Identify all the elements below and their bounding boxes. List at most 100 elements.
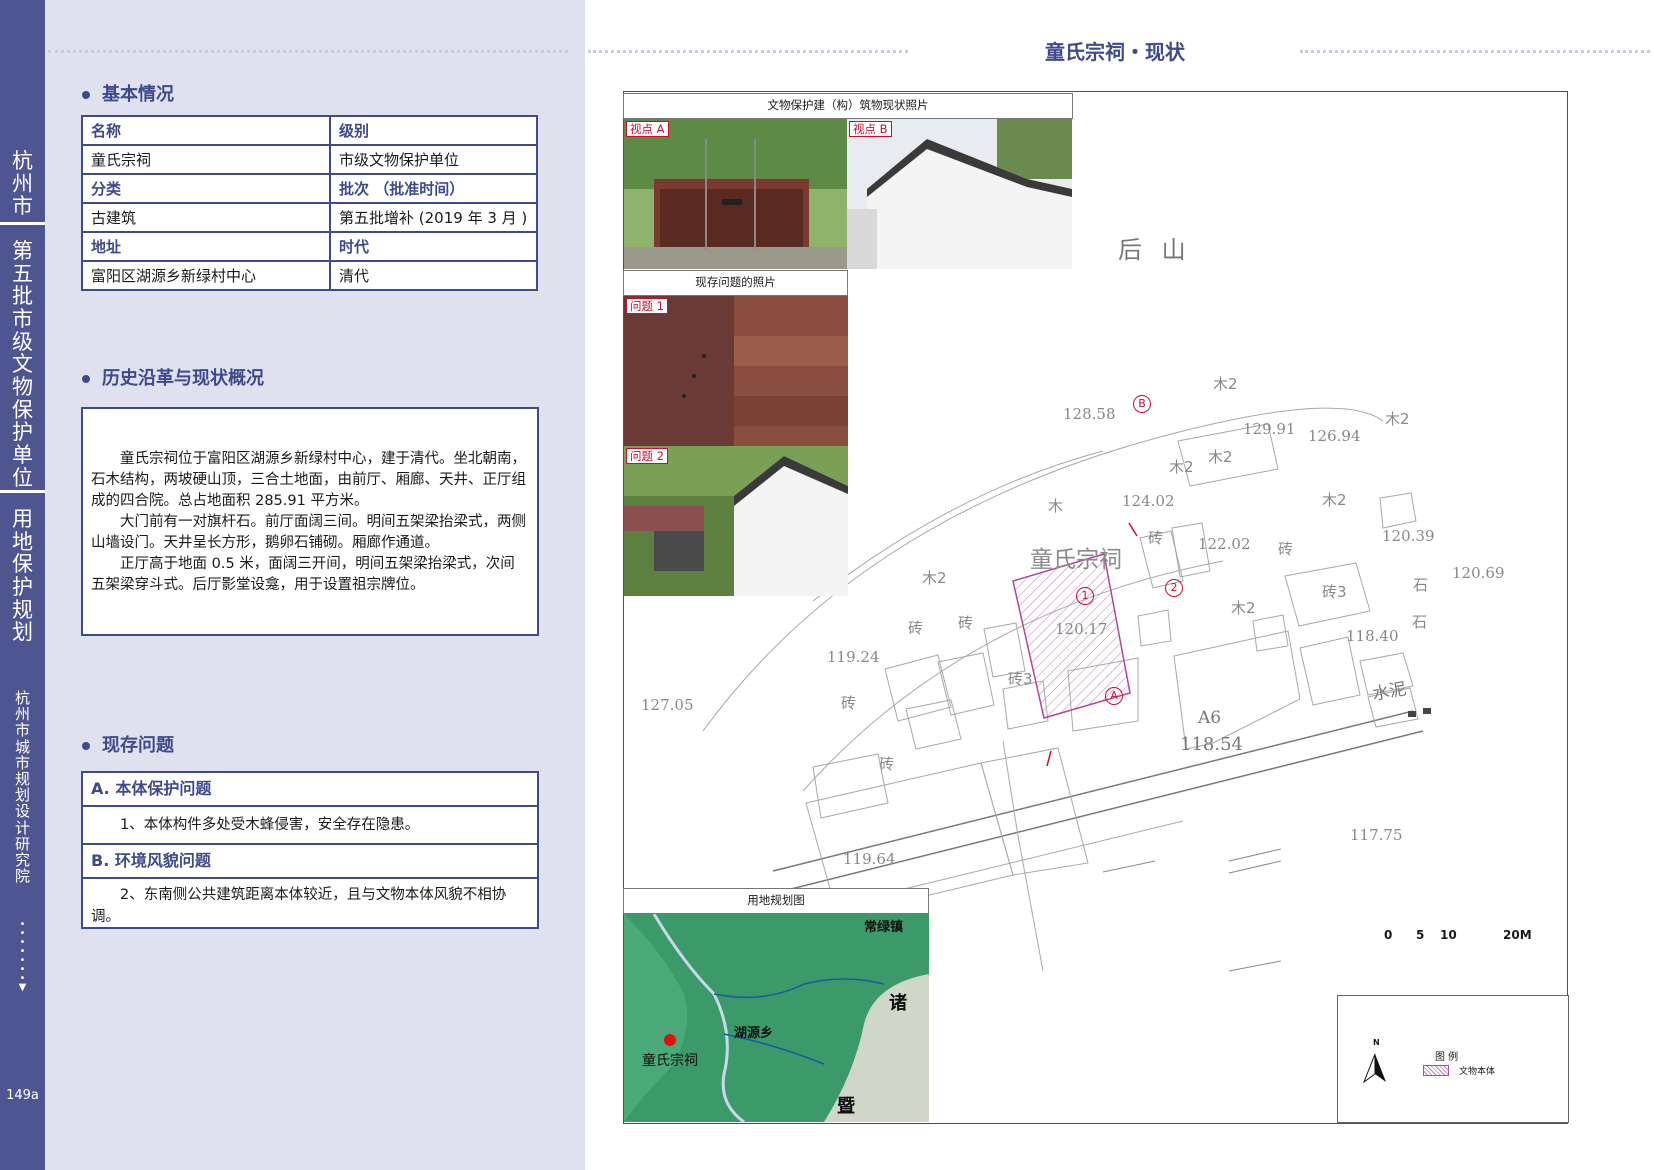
map-label: 暨 (837, 1096, 855, 1117)
sidebar-type: 用地保护规划 (0, 508, 45, 644)
sidebar-category: 第五批市级文物保护单位 (0, 240, 45, 489)
dotted-rule (588, 50, 908, 53)
photo-tag: 问题 1 (626, 298, 668, 314)
basic-info-table: 名称 级别 童氏宗祠 市级文物保护单位 分类 批次 （批准时间） 古建筑 第五批增补 (… (81, 115, 538, 291)
white-wall-image (847, 119, 1072, 269)
landuse-map: 常绿镇 诸 湖源乡 童氏宗祠 暨 (624, 914, 929, 1122)
problem-b-title: B. 环境风貌问题 (83, 845, 537, 879)
elevation-label: 122.02 (1198, 535, 1251, 553)
arrow-icon (1046, 750, 1052, 767)
building-outline (1379, 492, 1417, 529)
table-row: 富阳区湖源乡新绿村中心 清代 (81, 260, 538, 291)
table-cell: 地址 (81, 231, 331, 262)
sidebar-char: 计 (14, 818, 30, 837)
legend-box: N 图 例 文物本体 (1337, 995, 1569, 1123)
building-label: 砖 (1148, 529, 1164, 547)
insect-damage-image (624, 296, 848, 446)
ditch-symbol (1228, 960, 1282, 972)
elevation-label: 118.40 (1346, 627, 1399, 645)
ditch-symbol (1228, 860, 1282, 874)
table-cell: 市级文物保护单位 (329, 144, 538, 175)
sidebar-band: 杭州市 第五批市级文物保护单位 用地保护规划 杭州市城市规划设计研究院 • • • •… (0, 0, 45, 1170)
building-label: 木2 (1385, 410, 1410, 428)
table-cell: 批次 （批准时间） (329, 173, 538, 204)
sidebar-char: 保 (12, 397, 33, 422)
building-label: 木2 (1213, 375, 1238, 393)
photo-view-a: 视点 A (624, 119, 847, 269)
elevation-label: 128.58 (1063, 405, 1116, 423)
building-label: 砖 (1278, 540, 1294, 558)
map-label: 常绿镇 (864, 920, 904, 935)
table-cell: 级别 (329, 115, 538, 146)
building-label: 砖 (841, 694, 857, 712)
photo-tag: 视点 A (626, 121, 669, 137)
sidebar-char: 研 (14, 834, 30, 853)
map-label: 诸 (889, 993, 907, 1014)
landuse-map-image (624, 914, 929, 1122)
north-label: N (1373, 1038, 1380, 1047)
history-text-box: 童氏宗祠位于富阳区湖源乡新绿村中心，建于清代。坐北朝南，石木结构，两坡硬山顶，三… (81, 407, 539, 636)
photo-caption: 用地规划图 (623, 888, 929, 914)
sidebar-char: 规 (12, 597, 33, 622)
table-row: 名称 级别 (81, 115, 538, 146)
road-marker (1423, 708, 1431, 714)
sidebar-char: 物 (12, 375, 33, 400)
table-cell: 富阳区湖源乡新绿村中心 (81, 260, 331, 291)
sidebar-divider (0, 222, 45, 225)
arrow-icon (1128, 522, 1138, 537)
photo-view-b: 视点 B (847, 119, 1072, 269)
building-label: 木2 (1231, 599, 1256, 617)
sidebar-char: 第 (12, 239, 33, 263)
bullet-icon (82, 742, 90, 750)
hill-label: 后 山 (1118, 236, 1192, 264)
sidebar-char: 院 (14, 867, 30, 886)
sidebar-institute: 杭州市城市规划设计研究院 (0, 690, 45, 884)
temple-facade-image (624, 119, 847, 269)
building-outline (980, 747, 1089, 876)
table-row: 古建筑 第五批增补 (2019 年 3 月 ) (81, 202, 538, 233)
page-title: 童氏宗祠・现状 (1045, 40, 1185, 64)
table-row: 分类 批次 （批准时间） (81, 173, 538, 204)
table-cell: 第五批增补 (2019 年 3 月 ) (329, 202, 538, 233)
building-label: 砖3 (1008, 670, 1033, 688)
building-outline (812, 753, 889, 819)
photo-caption: 文物保护建（构）筑物现状照片 (623, 93, 1073, 119)
section-heading-basic: 基本情况 (82, 80, 174, 106)
sidebar-char: 规 (14, 769, 30, 788)
scale-label: 0 (1384, 928, 1393, 942)
sidebar-char: 杭 (12, 149, 33, 173)
site-dot (664, 1034, 676, 1046)
table-row: 童氏宗祠 市级文物保护单位 (81, 144, 538, 175)
elevation-label: 129.91 (1243, 420, 1296, 438)
building-outline (1252, 614, 1289, 652)
problem-a-text: 1、本体构件多处受木蜂侵害，安全存在隐患。 (83, 807, 537, 845)
paragraph: 大门前有一对旗杆石。前厅面阔三间。明间五架梁抬梁式，两侧山墙设门。天井呈长方形，… (91, 514, 526, 551)
building-label: 木2 (1169, 458, 1194, 476)
sidebar-char: 批 (12, 284, 33, 309)
building-label: 砖 (908, 619, 924, 637)
scale-label: 10 (1440, 928, 1457, 942)
building-label: 砖 (879, 755, 895, 773)
building-outline (1299, 636, 1361, 706)
building-label: 砖3 (1322, 583, 1347, 601)
north-arrow-icon (1362, 1053, 1386, 1084)
table-row: 地址 时代 (81, 231, 538, 262)
elevation-label: 126.94 (1308, 427, 1361, 445)
road-edge (772, 710, 1414, 872)
photo-tag: 视点 B (849, 121, 892, 137)
nearby-building-image (624, 446, 848, 596)
sidebar-char: 市 (14, 721, 30, 740)
sidebar-char: 市 (14, 753, 30, 772)
building-label: 木2 (1208, 448, 1233, 466)
sidebar-char: 究 (14, 850, 30, 869)
sidebar-divider (0, 490, 45, 493)
table-cell: 名称 (81, 115, 331, 146)
sidebar-char: 州 (12, 171, 33, 196)
section-heading-history: 历史沿革与现状概况 (82, 364, 264, 390)
elevation-label: 120.17 (1055, 620, 1108, 638)
building-outline (1137, 609, 1172, 647)
paragraph: 童氏宗祠位于富阳区湖源乡新绿村中心，建于清代。坐北朝南，石木结构，两坡硬山顶，三… (91, 451, 526, 509)
photo-caption: 现存问题的照片 (623, 270, 848, 296)
legend-title: 图 例 (1435, 1052, 1459, 1063)
legend-item: 文物本体 (1459, 1067, 1496, 1077)
